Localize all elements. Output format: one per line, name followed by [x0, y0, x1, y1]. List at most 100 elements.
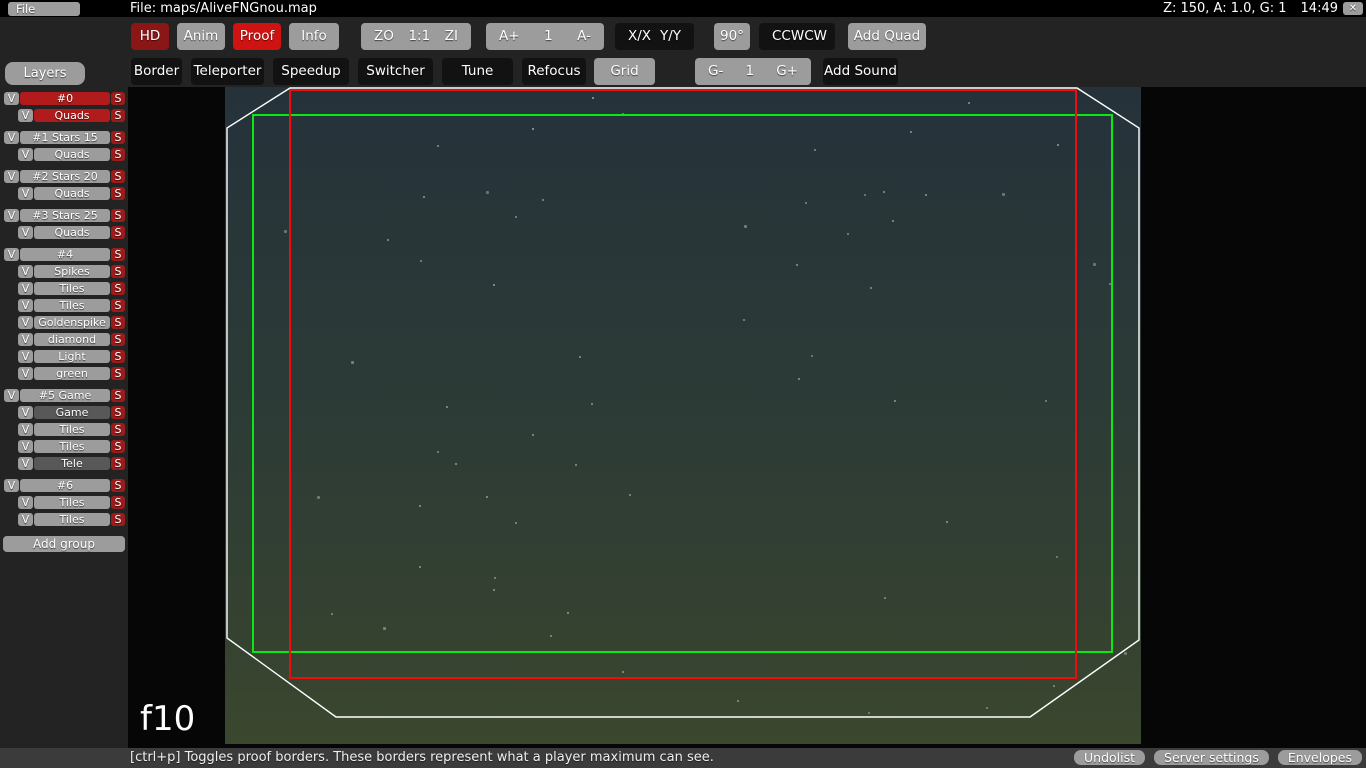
- rotate-90-button[interactable]: 90°: [714, 23, 750, 50]
- layer-name[interactable]: Tele: [34, 457, 110, 470]
- layer-name[interactable]: Tiles: [34, 513, 110, 526]
- group-visibility-checkbox[interactable]: V: [4, 209, 19, 222]
- layer-visibility-checkbox[interactable]: V: [18, 226, 33, 239]
- layer-solo-button[interactable]: S: [111, 333, 125, 346]
- group-name[interactable]: #3 Stars 25: [20, 209, 110, 222]
- group-visibility-checkbox[interactable]: V: [4, 131, 19, 144]
- group-name[interactable]: #6: [20, 479, 110, 492]
- speedup-button[interactable]: Speedup: [273, 58, 349, 85]
- layer-solo-button[interactable]: S: [111, 299, 125, 312]
- refocus-button[interactable]: Refocus: [522, 58, 586, 85]
- layer-solo-button[interactable]: S: [111, 148, 125, 161]
- add-quad-button[interactable]: Add Quad: [848, 23, 926, 50]
- group-name[interactable]: #1 Stars 15: [20, 131, 110, 144]
- layer-solo-button[interactable]: S: [111, 423, 125, 436]
- map-view[interactable]: [225, 87, 1141, 744]
- layer-name[interactable]: Tiles: [34, 440, 110, 453]
- layer-name[interactable]: Tiles: [34, 282, 110, 295]
- layer-visibility-checkbox[interactable]: V: [18, 282, 33, 295]
- add-sound-button[interactable]: Add Sound: [823, 58, 898, 85]
- anim-speed-down-button[interactable]: A-: [577, 23, 591, 50]
- layer-visibility-checkbox[interactable]: V: [18, 109, 33, 122]
- server-settings-button[interactable]: Server settings: [1154, 750, 1269, 765]
- group-visibility-checkbox[interactable]: V: [4, 170, 19, 183]
- switcher-button[interactable]: Switcher: [358, 58, 433, 85]
- layer-name[interactable]: Quads: [34, 187, 110, 200]
- layer-name[interactable]: Light: [34, 350, 110, 363]
- layer-visibility-checkbox[interactable]: V: [18, 457, 33, 470]
- info-toggle[interactable]: Info: [289, 23, 339, 50]
- group-name[interactable]: #0: [20, 92, 110, 105]
- group-visibility-checkbox[interactable]: V: [4, 389, 19, 402]
- file-menu-button[interactable]: File: [8, 2, 80, 16]
- layer-name[interactable]: Goldenspike: [34, 316, 110, 329]
- flip-y-button[interactable]: Y/Y: [660, 23, 681, 50]
- layer-visibility-checkbox[interactable]: V: [18, 423, 33, 436]
- layer-visibility-checkbox[interactable]: V: [18, 148, 33, 161]
- layer-name[interactable]: Tiles: [34, 496, 110, 509]
- layer-solo-button[interactable]: S: [111, 367, 125, 380]
- layer-name[interactable]: Spikes: [34, 265, 110, 278]
- group-solo-button[interactable]: S: [111, 389, 125, 402]
- layer-name[interactable]: Quads: [34, 109, 110, 122]
- layer-visibility-checkbox[interactable]: V: [18, 406, 33, 419]
- layer-name[interactable]: Tiles: [34, 423, 110, 436]
- layer-visibility-checkbox[interactable]: V: [18, 513, 33, 526]
- zoom-out-button[interactable]: ZO: [374, 23, 394, 50]
- group-solo-button[interactable]: S: [111, 131, 125, 144]
- layer-name[interactable]: Tiles: [34, 299, 110, 312]
- group-visibility-checkbox[interactable]: V: [4, 248, 19, 261]
- layer-visibility-checkbox[interactable]: V: [18, 265, 33, 278]
- rotate-ccw-button[interactable]: CCW: [772, 23, 804, 50]
- teleporter-button[interactable]: Teleporter: [191, 58, 264, 85]
- layer-solo-button[interactable]: S: [111, 496, 125, 509]
- add-group-button[interactable]: Add group: [3, 536, 125, 552]
- envelopes-button[interactable]: Envelopes: [1278, 750, 1362, 765]
- layer-name[interactable]: green: [34, 367, 110, 380]
- layers-panel-header[interactable]: Layers: [5, 62, 85, 85]
- hd-toggle[interactable]: HD: [131, 23, 169, 50]
- layer-solo-button[interactable]: S: [111, 265, 125, 278]
- group-solo-button[interactable]: S: [111, 479, 125, 492]
- layer-visibility-checkbox[interactable]: V: [18, 316, 33, 329]
- group-visibility-checkbox[interactable]: V: [4, 479, 19, 492]
- grid-toggle[interactable]: Grid: [594, 58, 655, 85]
- grid-decrease-button[interactable]: G-: [708, 58, 723, 85]
- group-solo-button[interactable]: S: [111, 170, 125, 183]
- layer-visibility-checkbox[interactable]: V: [18, 299, 33, 312]
- layer-visibility-checkbox[interactable]: V: [18, 350, 33, 363]
- layer-visibility-checkbox[interactable]: V: [18, 333, 33, 346]
- layer-solo-button[interactable]: S: [111, 457, 125, 470]
- layer-solo-button[interactable]: S: [111, 187, 125, 200]
- layer-visibility-checkbox[interactable]: V: [18, 440, 33, 453]
- layer-name[interactable]: diamond: [34, 333, 110, 346]
- group-name[interactable]: #2 Stars 20: [20, 170, 110, 183]
- layer-visibility-checkbox[interactable]: V: [18, 367, 33, 380]
- layer-solo-button[interactable]: S: [111, 406, 125, 419]
- group-visibility-checkbox[interactable]: V: [4, 92, 19, 105]
- border-button[interactable]: Border: [131, 58, 182, 85]
- zoom-in-button[interactable]: ZI: [445, 23, 458, 50]
- group-solo-button[interactable]: S: [111, 92, 125, 105]
- layer-solo-button[interactable]: S: [111, 282, 125, 295]
- group-name[interactable]: #4: [20, 248, 110, 261]
- zoom-reset-button[interactable]: 1:1: [408, 23, 430, 50]
- group-solo-button[interactable]: S: [111, 209, 125, 222]
- group-solo-button[interactable]: S: [111, 248, 125, 261]
- layer-solo-button[interactable]: S: [111, 513, 125, 526]
- button-1[interactable]: 1: [745, 58, 754, 85]
- layer-solo-button[interactable]: S: [111, 316, 125, 329]
- layer-solo-button[interactable]: S: [111, 226, 125, 239]
- flip-x-button[interactable]: X/X: [628, 23, 651, 50]
- layer-name[interactable]: Quads: [34, 148, 110, 161]
- rotate-cw-button[interactable]: CW: [804, 23, 827, 50]
- layer-solo-button[interactable]: S: [111, 109, 125, 122]
- anim-speed-up-button[interactable]: A+: [499, 23, 520, 50]
- layer-name[interactable]: Quads: [34, 226, 110, 239]
- layer-name[interactable]: Game: [34, 406, 110, 419]
- group-name[interactable]: #5 Game: [20, 389, 110, 402]
- layer-visibility-checkbox[interactable]: V: [18, 187, 33, 200]
- layer-solo-button[interactable]: S: [111, 440, 125, 453]
- anim-speed-value[interactable]: 1: [544, 23, 553, 50]
- anim-toggle[interactable]: Anim: [177, 23, 225, 50]
